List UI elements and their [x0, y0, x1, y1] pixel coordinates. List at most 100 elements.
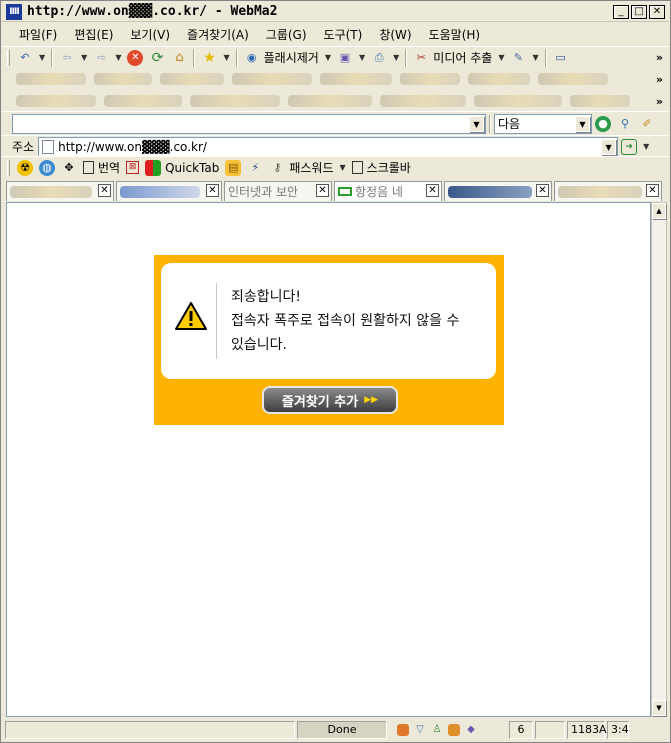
- blurred-link[interactable]: [190, 95, 280, 107]
- quicktab-icon: [145, 159, 162, 176]
- edit-button[interactable]: ✎ ▼: [507, 48, 541, 68]
- tab-item-active[interactable]: 항정음 네 ✕: [334, 181, 442, 201]
- password-button[interactable]: ⚷ 패스워드 ▼: [266, 158, 348, 178]
- close-button[interactable]: ✕: [649, 5, 665, 19]
- links-overflow-chevron[interactable]: »: [656, 95, 663, 108]
- vertical-scrollbar[interactable]: ▲ ▼: [651, 202, 667, 717]
- scrollbar-button[interactable]: 스크롤바: [349, 158, 414, 178]
- flash-remove-label: 플래시제거: [263, 51, 319, 65]
- favorites-button[interactable]: ★ ▼: [198, 48, 232, 68]
- search-next-dropdown-arrow[interactable]: ▼: [575, 115, 590, 132]
- tab-close-icon[interactable]: ✕: [426, 184, 439, 197]
- links-overflow-chevron[interactable]: »: [656, 73, 663, 86]
- tab-title: 항정음 네: [355, 185, 403, 199]
- search-input[interactable]: ▼: [12, 113, 486, 134]
- translate-button[interactable]: 번역: [80, 158, 123, 178]
- search-dropdown-arrow[interactable]: ▼: [469, 115, 484, 132]
- menu-file[interactable]: 파일(F): [10, 26, 65, 43]
- status-ratio: 3:4: [607, 721, 629, 739]
- blurred-link[interactable]: [16, 73, 86, 85]
- print-button[interactable]: ⎙ ▼: [368, 48, 402, 68]
- tab-item[interactable]: ✕: [6, 181, 114, 201]
- address-dropdown-arrow[interactable]: ▼: [601, 138, 617, 155]
- blurred-link[interactable]: [468, 73, 530, 85]
- forward-button[interactable]: ⇨ ▼: [90, 48, 124, 68]
- tab-close-icon[interactable]: ✕: [98, 184, 111, 197]
- tools-group-button[interactable]: ▣ ▼: [334, 48, 368, 68]
- status-count: 6: [509, 721, 533, 739]
- screen-button[interactable]: ▭: [550, 48, 572, 68]
- blurred-link[interactable]: [288, 95, 372, 107]
- tab-close-icon[interactable]: ✕: [536, 184, 549, 197]
- highlight-button[interactable]: ✐: [636, 114, 658, 134]
- blurred-link[interactable]: [400, 73, 460, 85]
- blurred-link[interactable]: [16, 95, 96, 107]
- scroll-up-arrow[interactable]: ▲: [652, 203, 666, 219]
- globe-icon: ●: [595, 115, 611, 132]
- tab-item[interactable]: ✕: [444, 181, 552, 201]
- blurred-link[interactable]: [320, 73, 392, 85]
- undo-button[interactable]: ↶ ▼: [14, 48, 48, 68]
- filter-icon[interactable]: ▽: [414, 724, 426, 736]
- menu-window[interactable]: 창(W): [370, 26, 419, 43]
- toolbar-grip: [7, 159, 10, 176]
- home-button[interactable]: ⌂: [168, 48, 190, 68]
- user-icon[interactable]: ♙: [431, 724, 443, 736]
- note-button[interactable]: ▤: [222, 158, 244, 178]
- globe-button[interactable]: ◍: [36, 158, 58, 178]
- block-button[interactable]: ⊠: [123, 158, 142, 178]
- maximize-button[interactable]: □: [631, 5, 647, 19]
- menu-bar: 파일(F) 편집(E) 보기(V) 즐겨찾기(A) 그룹(G) 도구(T) 창(…: [2, 24, 669, 44]
- quicktab-button[interactable]: QuickTab: [142, 158, 222, 178]
- page-icon: [42, 139, 55, 154]
- toolbar-overflow-chevron[interactable]: »: [656, 51, 663, 64]
- screen-icon: ▭: [555, 50, 566, 64]
- tab-close-icon[interactable]: ✕: [206, 184, 219, 197]
- find-button[interactable]: ⚲: [614, 114, 636, 134]
- go-button[interactable]: ➔ ▼: [618, 137, 652, 157]
- flash-remove-button[interactable]: ◉ 플래시제거 ▼: [241, 48, 334, 68]
- go-search-button[interactable]: ●: [592, 114, 614, 134]
- add-favorite-button[interactable]: 즐겨찾기 추가 ▶▶: [262, 386, 398, 414]
- back-button[interactable]: ⇦ ▼: [56, 48, 90, 68]
- popup-block-icon[interactable]: [397, 724, 409, 736]
- minimize-button[interactable]: _: [613, 5, 629, 19]
- warning-icon: [175, 302, 207, 330]
- gem-icon[interactable]: ◆: [465, 724, 477, 736]
- tab-close-icon[interactable]: ✕: [316, 184, 329, 197]
- refresh-button[interactable]: ⟳: [146, 48, 168, 68]
- menu-help[interactable]: 도움말(H): [420, 26, 489, 43]
- block-icon: ⊠: [126, 161, 140, 174]
- menu-edit[interactable]: 편집(E): [65, 26, 121, 43]
- radiation-button[interactable]: ☢: [14, 158, 36, 178]
- status-message-area: [5, 721, 295, 739]
- blurred-link[interactable]: [160, 73, 224, 85]
- blurred-link[interactable]: [538, 73, 608, 85]
- menu-tools[interactable]: 도구(T): [315, 26, 371, 43]
- lightning-button[interactable]: ⚡: [244, 158, 266, 178]
- menu-group[interactable]: 그룹(G): [257, 26, 315, 43]
- blurred-link[interactable]: [380, 95, 466, 107]
- blurred-link[interactable]: [232, 73, 312, 85]
- menu-view[interactable]: 보기(V): [121, 26, 178, 43]
- tab-item[interactable]: ✕: [554, 181, 662, 201]
- tab-close-icon[interactable]: ✕: [646, 184, 659, 197]
- title-bar[interactable]: IIII http://www.on▓▓▓.co.kr/ - WebMa2 _ …: [2, 2, 669, 22]
- move-button[interactable]: ✥: [58, 158, 80, 178]
- stop-button[interactable]: ✕: [124, 48, 146, 68]
- search-next-select[interactable]: 다음 ▼: [494, 113, 592, 134]
- scroll-down-arrow[interactable]: ▼: [652, 700, 666, 716]
- menu-favorites[interactable]: 즐겨찾기(A): [178, 26, 257, 43]
- toolbar-grip[interactable]: [7, 49, 10, 66]
- blurred-link[interactable]: [94, 73, 152, 85]
- stop-icon: ✕: [127, 49, 144, 66]
- address-input[interactable]: http://www.on▓▓▓.co.kr/ ▼: [38, 136, 619, 157]
- blurred-link[interactable]: [474, 95, 562, 107]
- highlighter-icon: ✐: [642, 116, 652, 130]
- tab-item[interactable]: ✕: [116, 181, 222, 201]
- tab-item[interactable]: 인터넷과 보안 ✕: [224, 181, 332, 201]
- script-icon[interactable]: [448, 724, 460, 736]
- media-extract-button[interactable]: ✂ 미디어 추출 ▼: [410, 48, 507, 68]
- blurred-link[interactable]: [570, 95, 630, 107]
- blurred-link[interactable]: [104, 95, 182, 107]
